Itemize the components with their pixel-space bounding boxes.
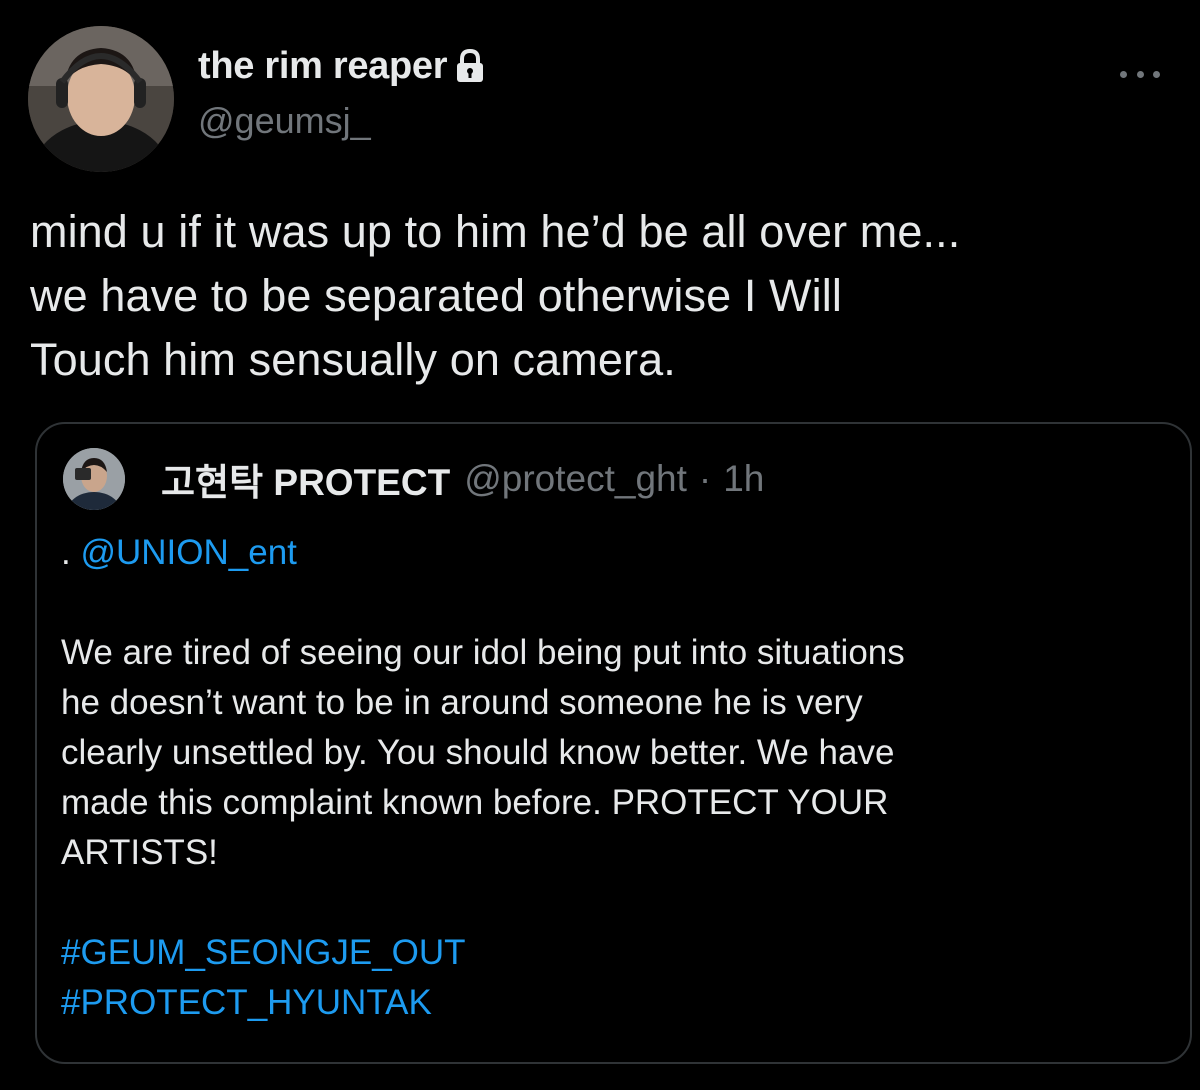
quote-timestamp[interactable]: 1h bbox=[723, 458, 764, 500]
display-name-row: the rim reaper bbox=[198, 44, 489, 88]
tweet-text-line: Touch him sensually on camera. bbox=[30, 334, 676, 385]
mention-line: . @UNION_ent bbox=[61, 528, 1161, 578]
quote-avatar[interactable] bbox=[63, 448, 125, 510]
avatar[interactable] bbox=[28, 26, 174, 172]
handle[interactable]: @geumsj_ bbox=[198, 100, 489, 142]
quote-text-line: ARTISTS! bbox=[61, 833, 218, 872]
tweet: the rim reaper @geumsj_ mind u if it was… bbox=[0, 0, 1200, 1090]
hashtag-list: #GEUM_SEONGJE_OUT #PROTECT_HYUNTAK bbox=[61, 928, 1161, 1028]
more-dot bbox=[1153, 70, 1160, 78]
more-dot bbox=[1120, 70, 1127, 78]
quote-text-line: We are tired of seeing our idol being pu… bbox=[61, 633, 905, 672]
mention-prefix: . bbox=[61, 533, 81, 572]
more-dot bbox=[1136, 70, 1144, 78]
quote-handle[interactable]: @protect_ght bbox=[464, 458, 687, 500]
quote-display-name[interactable]: 고현탁 PROTECT bbox=[161, 452, 450, 506]
quote-text-line: he doesn’t want to be in around someone … bbox=[61, 683, 863, 722]
lock-icon bbox=[451, 47, 489, 85]
quote-separator: · bbox=[698, 458, 712, 499]
more-icon[interactable] bbox=[1120, 62, 1160, 86]
quote-body: . @UNION_ent We are tired of seeing our … bbox=[61, 528, 1161, 1028]
author-block: the rim reaper @geumsj_ bbox=[198, 44, 489, 142]
quote-text-line: made this complaint known before. PROTEC… bbox=[61, 783, 889, 822]
hashtag-link[interactable]: #PROTECT_HYUNTAK bbox=[61, 978, 1161, 1028]
mention-link[interactable]: @UNION_ent bbox=[80, 533, 296, 572]
tweet-text: mind u if it was up to him he’d be all o… bbox=[30, 200, 1180, 392]
quote-header: 고현탁 PROTECT @protect_ght · 1h bbox=[63, 448, 764, 510]
quote-paragraph: We are tired of seeing our idol being pu… bbox=[61, 628, 1161, 878]
tweet-text-line: we have to be separated otherwise I Will bbox=[30, 270, 842, 321]
tweet-text-line: mind u if it was up to him he’d be all o… bbox=[30, 206, 961, 257]
display-name[interactable]: the rim reaper bbox=[198, 45, 448, 88]
quote-tweet-card[interactable]: 고현탁 PROTECT @protect_ght · 1h . @UNION_e… bbox=[35, 422, 1192, 1064]
hashtag-link[interactable]: #GEUM_SEONGJE_OUT bbox=[61, 928, 1161, 978]
quote-text-line: clearly unsettled by. You should know be… bbox=[61, 733, 895, 772]
